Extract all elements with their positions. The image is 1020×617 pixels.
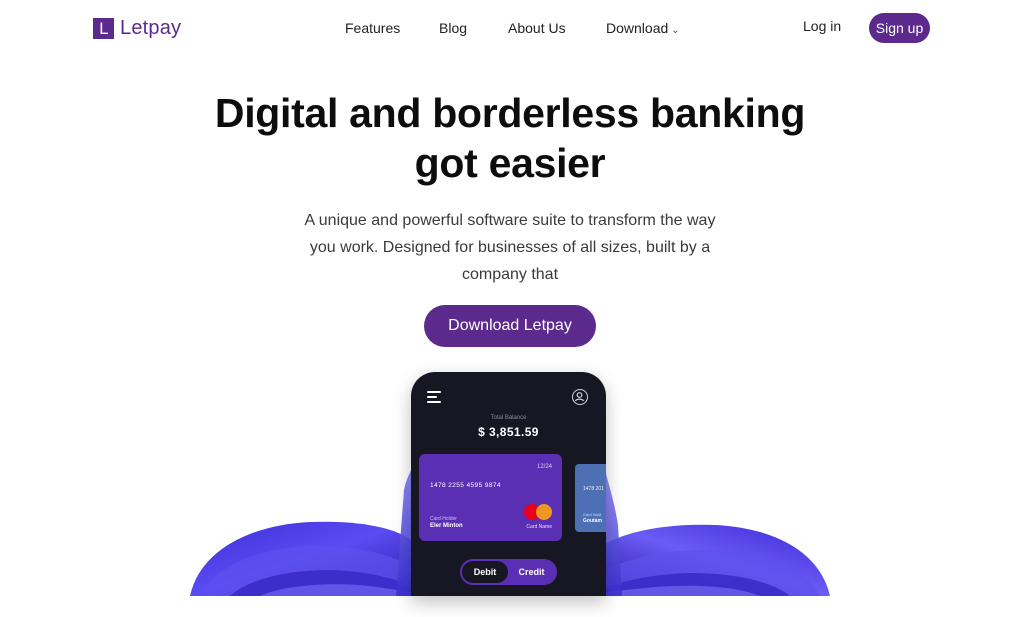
user-profile-icon[interactable] <box>572 389 588 405</box>
login-link[interactable]: Log in <box>803 18 841 34</box>
hero-subtitle: A unique and powerful software suite to … <box>304 212 716 283</box>
total-balance-value: $ 3,851.59 <box>478 425 539 439</box>
card-holder-label-secondary: Card Hold <box>583 512 602 517</box>
nav-link-features[interactable]: Features <box>345 20 400 36</box>
total-balance-label: Total Balance <box>490 415 527 421</box>
signup-button[interactable]: Sign up <box>869 13 930 43</box>
card-expiry: 12/24 <box>536 464 552 470</box>
hero-headline: Digital and borderless banking got easie… <box>0 88 1020 188</box>
nav-link-download[interactable]: Download ⌄ <box>606 20 680 36</box>
mastercard-logo-icon <box>524 504 552 520</box>
hamburger-menu-icon[interactable] <box>427 391 441 403</box>
card-number-secondary: 1478 201 <box>583 486 604 492</box>
hero-headline-line-2: got easier <box>414 140 606 186</box>
debit-card-secondary[interactable]: 1478 201 Card Hold Goutam <box>575 464 606 532</box>
nav-link-about-us[interactable]: About Us <box>508 20 566 36</box>
phone-mockup: Total Balance $ 3,851.59 12/24 1478 2255… <box>411 372 606 596</box>
hero-headline-line-1: Digital and borderless banking <box>214 90 806 136</box>
card-holder-label: Card Holder <box>430 516 457 522</box>
nav-link-download-label: Download <box>606 20 669 36</box>
debit-card-primary[interactable]: 12/24 1478 2255 4595 9874 Card Holder El… <box>419 454 562 541</box>
card-number: 1478 2255 4595 9874 <box>430 482 501 489</box>
nav-links: Features Blog About Us Download ⌄ <box>0 20 1020 40</box>
toggle-credit[interactable]: Credit <box>508 561 555 583</box>
download-app-button[interactable]: Download Letpay <box>424 305 596 347</box>
chevron-down-icon: ⌄ <box>671 25 680 36</box>
top-nav: L Letpay Features Blog About Us Download… <box>0 0 1020 58</box>
card-holder-name: Eler Minton <box>430 523 463 529</box>
toggle-debit[interactable]: Debit <box>462 561 508 583</box>
debit-credit-toggle: Debit Credit <box>460 559 557 585</box>
card-brand-label: Card Name <box>526 524 552 530</box>
nav-link-blog[interactable]: Blog <box>439 20 467 36</box>
card-holder-name-secondary: Goutam <box>583 518 602 524</box>
